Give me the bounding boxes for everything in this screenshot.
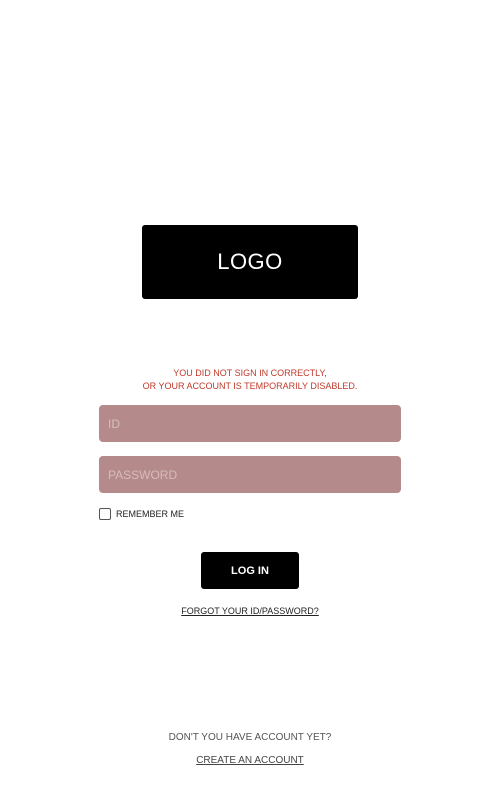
remember-me-label: REMEMBER ME: [116, 509, 185, 519]
no-account-prompt: DON'T YOU HAVE ACCOUNT YET?: [168, 732, 332, 743]
login-page: LOGO YOU DID NOT SIGN IN CORRECTLY, OR Y…: [0, 0, 500, 800]
forgot-password: FORGOT YOUR ID/PASSWORD?: [0, 601, 500, 619]
password-input[interactable]: [99, 456, 401, 493]
remember-me-checkbox[interactable]: [99, 508, 111, 520]
error-line-1: YOU DID NOT SIGN IN CORRECTLY,: [173, 368, 327, 378]
login-button[interactable]: LOG IN: [201, 552, 299, 589]
create-account: CREATE AN ACCOUNT: [0, 755, 500, 766]
create-account-link[interactable]: CREATE AN ACCOUNT: [196, 755, 304, 766]
id-input[interactable]: [99, 405, 401, 442]
logo-text: LOGO: [217, 249, 283, 274]
remember-me[interactable]: REMEMBER ME: [99, 507, 184, 521]
error-message: YOU DID NOT SIGN IN CORRECTLY, OR YOUR A…: [0, 367, 500, 393]
error-line-2: OR YOUR ACCOUNT IS TEMPORARILY DISABLED.: [142, 381, 358, 391]
logo: LOGO: [142, 225, 358, 299]
forgot-password-link[interactable]: FORGOT YOUR ID/PASSWORD?: [181, 606, 319, 616]
